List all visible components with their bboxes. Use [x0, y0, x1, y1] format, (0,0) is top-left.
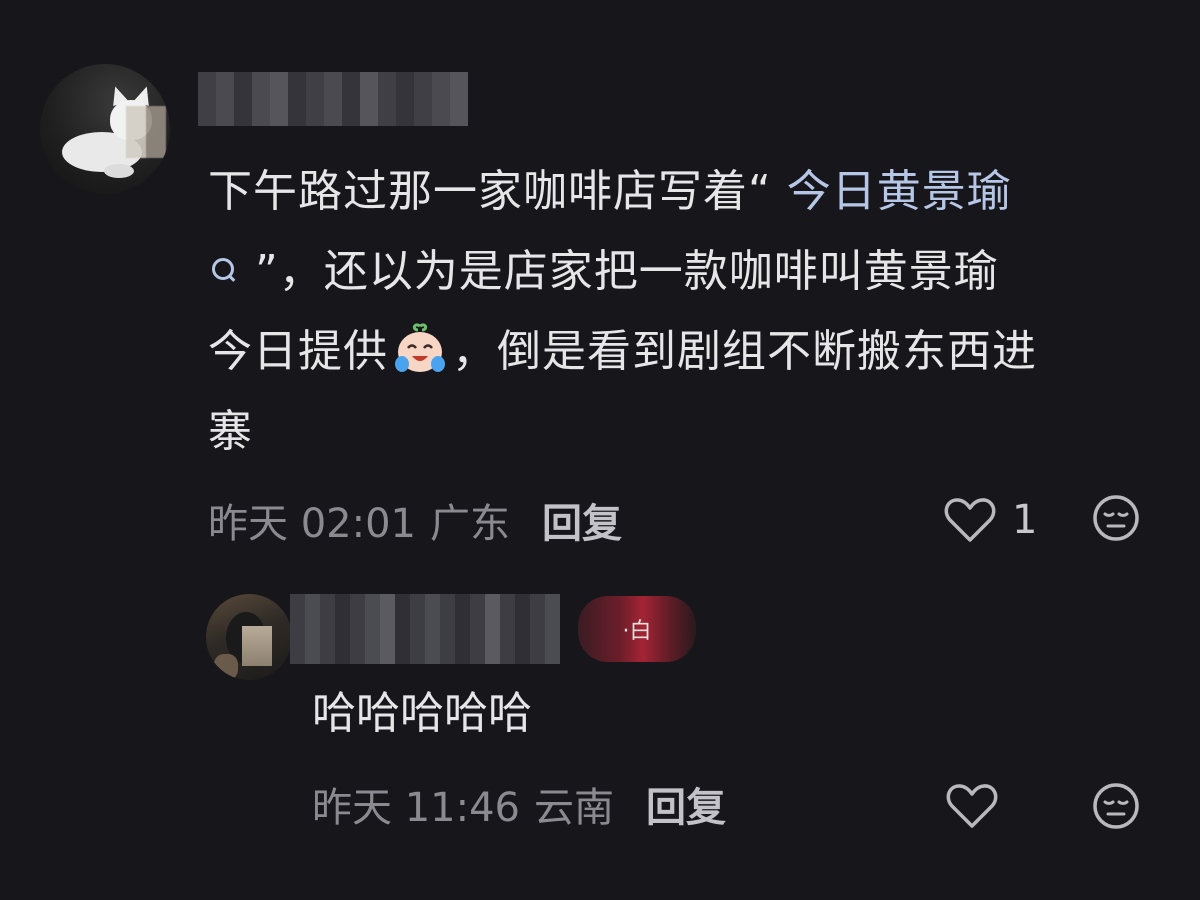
reply-username-redacted[interactable] — [290, 594, 560, 664]
comment-thread: 下午路过那一家咖啡店写着“ 今日黄景瑜 ”，还以为是店家把一款咖啡叫黄景瑜今日提… — [0, 0, 1200, 900]
comment-text-part: 今日提供 — [208, 326, 388, 377]
comment-meta: 昨天 02:01 广东 回复 — [208, 492, 622, 548]
username-redacted[interactable] — [198, 72, 468, 126]
like-button[interactable]: 1 — [944, 492, 1037, 548]
comment-text-part: ”，还以为是店家把一款咖啡叫黄景瑜 — [240, 246, 999, 297]
heart-icon — [946, 784, 998, 828]
reply-button[interactable]: 回复 — [646, 775, 726, 833]
comment-text-part: ，倒是看到剧组不断搬东西进 — [452, 326, 1037, 377]
like-count: 1 — [1012, 497, 1038, 543]
avatar-mosaic — [126, 106, 166, 158]
dislike-face-icon[interactable] — [1092, 494, 1140, 542]
reply-like-button[interactable] — [946, 780, 998, 832]
comment-text-part: 下午路过那一家咖啡店写着“ — [208, 166, 787, 217]
comment-text-part: 寨 — [208, 406, 253, 457]
reply-button[interactable]: 回复 — [542, 491, 622, 549]
avatar-shape — [242, 626, 272, 666]
reply-body: 哈哈哈哈哈 — [312, 688, 532, 739]
dislike-face-icon[interactable] — [1092, 782, 1140, 830]
laugh-cry-emoji — [392, 320, 448, 376]
topic-text: 今日黄景瑜 — [786, 166, 1012, 217]
avatar[interactable] — [40, 64, 170, 194]
reply-meta: 昨天 11:46 云南 回复 — [312, 776, 726, 832]
reply-location: 云南 — [534, 785, 614, 831]
search-icon — [212, 258, 234, 280]
comment-location: 广东 — [430, 501, 510, 547]
reply-avatar[interactable] — [206, 594, 292, 680]
heart-icon — [944, 498, 996, 542]
badge-text: ·白 — [622, 619, 652, 644]
comment-time: 昨天 02:01 — [208, 501, 416, 547]
user-badge: ·白 — [578, 596, 696, 662]
cat-paw — [104, 164, 134, 178]
reply-time: 昨天 11:46 — [312, 785, 520, 831]
comment-body: 下午路过那一家咖啡店写着“ 今日黄景瑜 ”，还以为是店家把一款咖啡叫黄景瑜今日提… — [208, 152, 1168, 472]
avatar-shape — [214, 654, 238, 680]
